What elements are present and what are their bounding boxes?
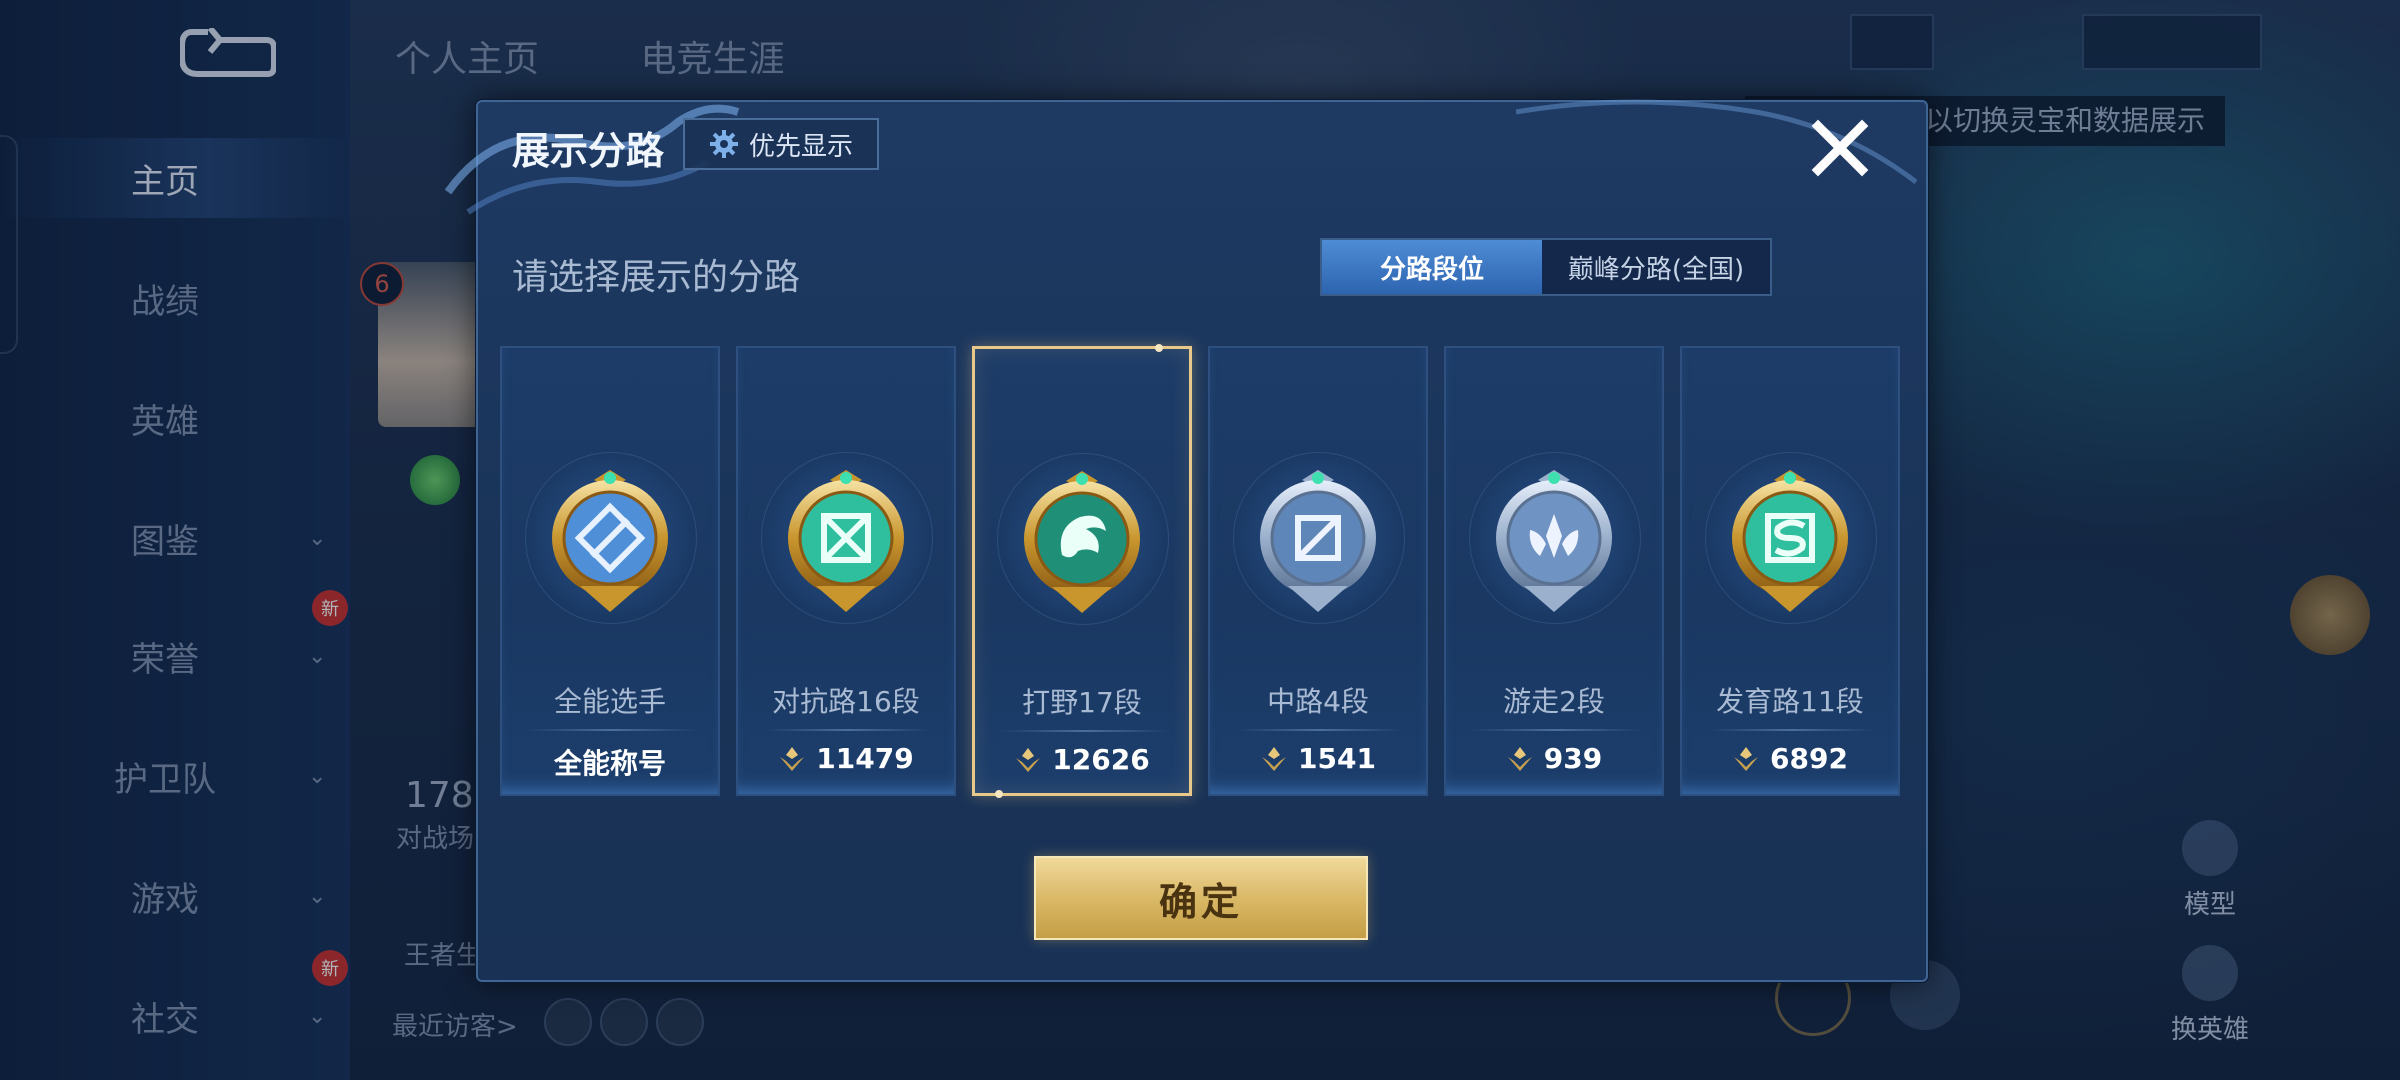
lane-score: 12626 (975, 743, 1189, 776)
lane-rank-label: 全能选手 (553, 685, 666, 718)
lane-score-value: 1541 (1298, 742, 1376, 775)
dialog-title: 展示分路 (512, 129, 665, 173)
selection-dot (1155, 344, 1163, 352)
lane-card-farm-lane[interactable]: 发育路11段 6892 (1680, 346, 1900, 796)
points-icon (1507, 746, 1532, 771)
gear-icon (709, 130, 738, 158)
divider (764, 729, 932, 731)
lane-rank-label: 游走2段 (1503, 685, 1605, 718)
confirm-button[interactable]: 确定 (1034, 856, 1368, 940)
tab-lane-rank[interactable]: 分路段位 (1322, 240, 1542, 294)
lane-card-mid-lane[interactable]: 中路4段 1541 (1208, 346, 1428, 796)
points-icon (1016, 747, 1041, 772)
roam-badge-icon (1484, 466, 1624, 616)
tab-peak-lane-national[interactable]: 巅峰分路(全国) (1542, 240, 1770, 294)
lane-score: 11479 (738, 742, 954, 775)
divider (528, 729, 696, 731)
close-button[interactable] (1804, 112, 1876, 184)
divider (1708, 729, 1876, 731)
lane-score-value: 全能称号 (553, 747, 666, 780)
lane-score-value: 939 (1543, 742, 1603, 775)
selection-dot (995, 790, 1003, 798)
priority-display-label: 优先显示 (748, 131, 853, 162)
lane-rank-label: 中路4段 (1267, 685, 1369, 718)
lane-score-value: 11479 (816, 742, 914, 775)
lane-score-value: 6892 (1770, 742, 1848, 775)
points-icon (1734, 746, 1759, 771)
divider (1236, 729, 1404, 731)
lane-score: 1541 (1210, 742, 1426, 775)
points-icon (780, 746, 805, 771)
lane-card-roam[interactable]: 游走2段 939 (1444, 346, 1664, 796)
lane-rank-label: 打野17段 (1022, 686, 1142, 719)
divider (1472, 729, 1640, 731)
mid-lane-badge-icon (1248, 466, 1388, 616)
priority-display-button[interactable]: 优先显示 (683, 118, 879, 170)
instruction-text: 请选择展示的分路 (512, 257, 801, 298)
divider (1001, 730, 1169, 732)
lane-rank-label: 发育路11段 (1716, 685, 1864, 718)
lane-score-value: 12626 (1052, 743, 1150, 776)
ranking-toggle: 分路段位 巅峰分路(全国) (1320, 238, 1772, 296)
lane-score: 939 (1446, 742, 1662, 775)
jungle-badge-icon (1012, 467, 1152, 617)
close-icon (1811, 119, 1869, 177)
lane-score: 全能称号 (502, 742, 718, 782)
clash-lane-badge-icon (776, 466, 916, 616)
all-round-badge-icon (540, 466, 680, 616)
lane-rank-label: 对抗路16段 (772, 685, 920, 718)
lane-score: 6892 (1682, 742, 1898, 775)
lane-display-dialog: 展示分路 优先显示 请选择展示的分路 分路段位 巅峰分路(全国) 全能选手全能称… (444, 99, 1928, 982)
lane-card-all-round[interactable]: 全能选手 全能称号 (500, 346, 720, 796)
points-icon (1262, 746, 1287, 771)
lane-card-clash-lane[interactable]: 对抗路16段 11479 (736, 346, 956, 796)
farm-lane-badge-icon (1720, 466, 1860, 616)
lane-card-list: 全能选手 全能称号 对抗路16段 11479 打野17段 12626 中路4段 1541 游走2… (500, 344, 1904, 800)
lane-card-jungle[interactable]: 打野17段 12626 (972, 344, 1192, 798)
